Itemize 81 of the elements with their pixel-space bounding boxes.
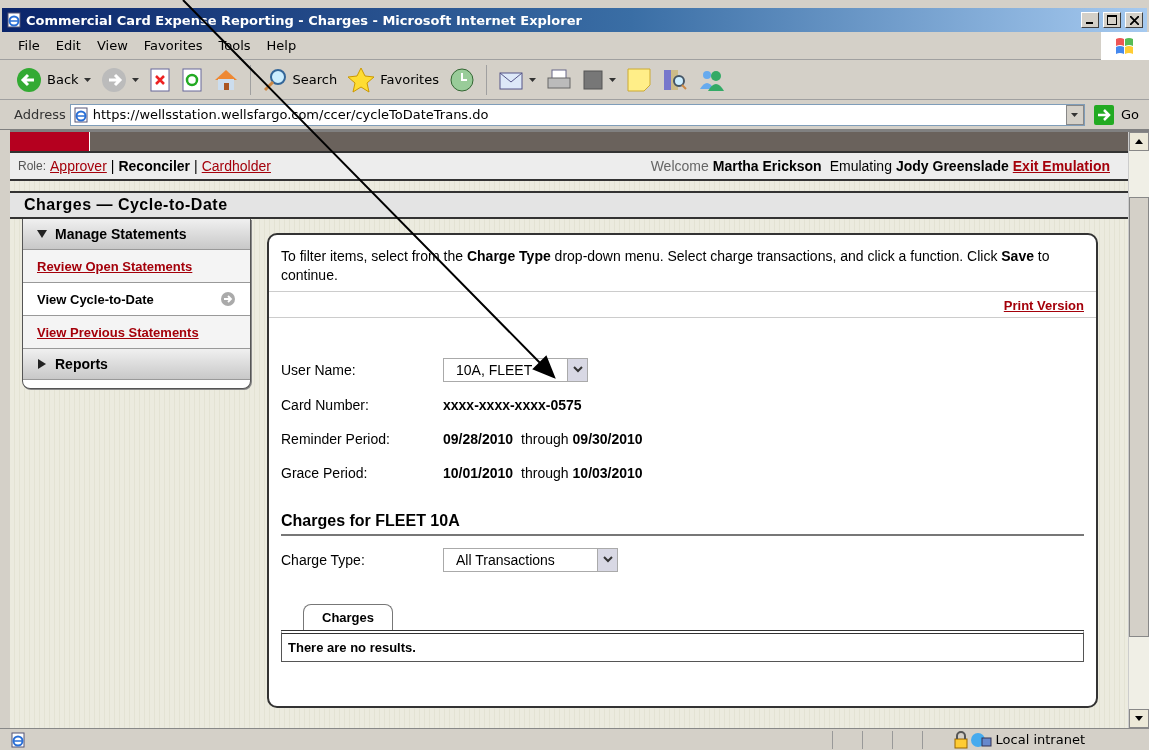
maximize-icon bbox=[1107, 15, 1117, 25]
date-value: 10/03/2010 bbox=[572, 465, 643, 481]
role-link[interactable]: Cardholder bbox=[201, 158, 271, 174]
through-text: through bbox=[521, 431, 569, 447]
emulated-user-name: Jody Greenslade bbox=[895, 158, 1009, 174]
scroll-up-button[interactable] bbox=[1129, 132, 1149, 151]
menu-item[interactable]: File bbox=[10, 36, 48, 55]
print-version-link[interactable]: Print Version bbox=[1003, 298, 1084, 313]
role-separator: | bbox=[110, 158, 115, 174]
page-title: Charges — Cycle-to-Date bbox=[24, 196, 228, 214]
triangle-up-icon bbox=[1135, 139, 1143, 144]
caret-down-icon bbox=[131, 77, 139, 82]
role-label: Role: bbox=[18, 159, 46, 173]
triangle-right-icon bbox=[37, 359, 47, 369]
triangle-down-icon bbox=[37, 229, 47, 239]
stop-icon bbox=[148, 67, 171, 92]
scroll-down-button[interactable] bbox=[1129, 709, 1149, 728]
go-button[interactable]: Go bbox=[1088, 103, 1143, 126]
sidebar-item[interactable]: View Previous Statements bbox=[23, 316, 250, 349]
date-value: 09/30/2010 bbox=[572, 431, 643, 447]
arrow-circle-icon bbox=[220, 291, 236, 307]
welcome-text: Welcome bbox=[650, 158, 709, 174]
note-icon bbox=[625, 66, 652, 93]
browser-icon bbox=[6, 12, 22, 28]
address-label: Address bbox=[14, 107, 66, 122]
search-button[interactable]: Search bbox=[259, 64, 340, 95]
user-name: Martha Erickson bbox=[712, 158, 822, 174]
sidebar-section-header[interactable]: Manage Statements bbox=[23, 219, 250, 250]
globe-computer-icon bbox=[969, 730, 992, 749]
lock-icon bbox=[951, 730, 970, 749]
date-value: 10/01/2010 bbox=[443, 465, 514, 481]
chevron-down-icon bbox=[602, 556, 613, 564]
role-link[interactable]: Approver bbox=[50, 158, 107, 174]
role-separator: | bbox=[194, 158, 198, 174]
triangle-down-icon bbox=[1135, 716, 1143, 721]
role-link[interactable]: Reconciler bbox=[118, 158, 191, 174]
emulating-text: Emulating bbox=[829, 158, 892, 174]
field-value: xxxx-xxxx-xxxx-0575 bbox=[443, 397, 582, 413]
menu-item[interactable]: Edit bbox=[47, 36, 89, 55]
field-label: Reminder Period: bbox=[281, 431, 391, 447]
browser-icon bbox=[10, 731, 26, 748]
tab[interactable]: Charges bbox=[303, 604, 394, 630]
date-value: 09/28/2010 bbox=[443, 431, 514, 447]
chevron-down-icon bbox=[572, 366, 583, 374]
search-icon bbox=[261, 66, 288, 93]
menu-item[interactable]: Help bbox=[258, 36, 305, 55]
zone-text: Local intranet bbox=[995, 732, 1085, 747]
section-heading: Charges for FLEET 10A bbox=[281, 512, 1084, 536]
maximize-button[interactable] bbox=[1103, 12, 1121, 28]
caret-down-icon bbox=[1071, 112, 1079, 117]
sidebar-item[interactable]: Review Open Statements bbox=[23, 250, 250, 283]
field-label: User Name: bbox=[281, 362, 357, 378]
back-button[interactable]: Back bbox=[14, 64, 93, 95]
caret-down-icon bbox=[528, 77, 536, 82]
caret-down-icon bbox=[608, 77, 616, 82]
exit-emulation-link[interactable]: Exit Emulation bbox=[1012, 158, 1110, 174]
clock-icon bbox=[448, 66, 475, 93]
empty-message: There are no results. bbox=[287, 639, 417, 657]
window-title: Commercial Card Expense Reporting - Charges - Microsoft Internet Explorer bbox=[26, 12, 583, 28]
dropdown-button[interactable] bbox=[1065, 104, 1084, 125]
through-text: through bbox=[521, 465, 569, 481]
arrow-right-icon bbox=[1092, 103, 1115, 126]
favorites-button[interactable]: Favorites bbox=[345, 64, 441, 95]
charge-type-select[interactable]: All Transactions bbox=[443, 548, 618, 572]
caret-down-icon bbox=[83, 77, 91, 82]
menu-item[interactable]: Favorites bbox=[135, 36, 211, 55]
close-icon bbox=[1129, 15, 1139, 25]
field-label: Grace Period: bbox=[281, 465, 369, 481]
minimize-button[interactable] bbox=[1081, 12, 1099, 28]
close-button[interactable] bbox=[1125, 12, 1143, 28]
star-icon bbox=[347, 66, 376, 93]
scrollbar[interactable] bbox=[1128, 132, 1149, 728]
browser-icon bbox=[72, 106, 89, 123]
printer-icon bbox=[545, 67, 572, 92]
field-label: Charge Type: bbox=[281, 552, 366, 568]
user-name-select[interactable]: 10A, FLEET bbox=[443, 358, 588, 382]
square-icon bbox=[581, 68, 604, 91]
sidebar-section-header[interactable]: Reports bbox=[23, 349, 250, 380]
field-label: Card Number: bbox=[281, 397, 370, 413]
refresh-icon bbox=[180, 67, 203, 92]
menu-item[interactable]: View bbox=[88, 36, 136, 55]
